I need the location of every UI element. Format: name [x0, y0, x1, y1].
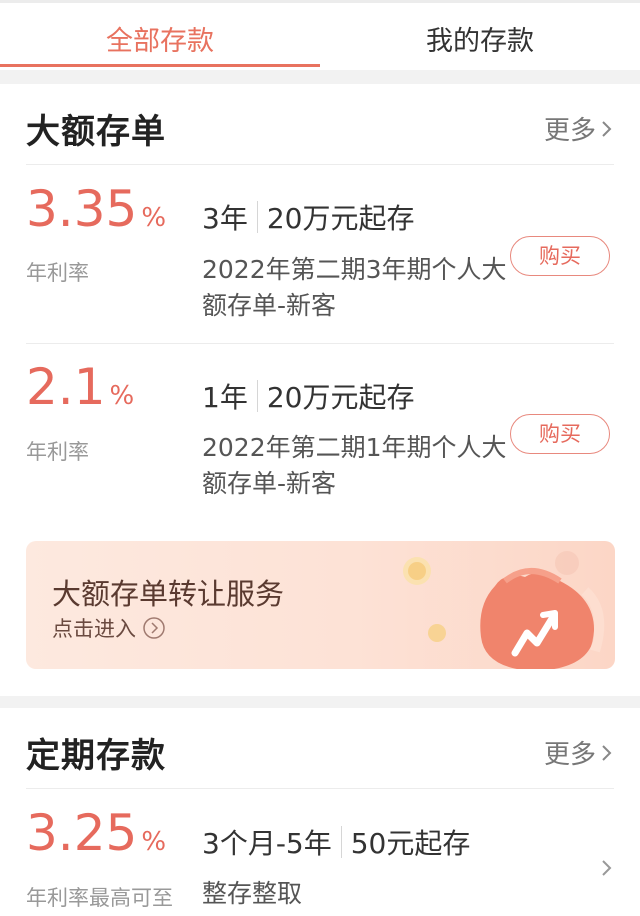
chevron-right-icon[interactable] [600, 856, 614, 880]
banner-title: 大额存单转让服务 [52, 577, 285, 611]
section-title: 定期存款 [26, 736, 166, 776]
separator [256, 380, 258, 412]
term-info: 3年 20万元起存 [202, 197, 414, 237]
min-amount: 20万元起存 [266, 202, 415, 235]
rate-value: 2.1 [26, 358, 106, 416]
min-amount: 20万元起存 [266, 381, 415, 414]
tab-my-deposits[interactable]: 我的存款 [320, 0, 640, 70]
product-name: 2022年第二期1年期个人大额存单-新客 [202, 433, 507, 498]
term: 3个月-5年 [202, 827, 332, 860]
fixed-deposit-section: 定期存款 更多 3.25% 年利率最高可至 3个月-5年 50元起存 整存整取 [0, 708, 640, 916]
chevron-right-icon [602, 120, 612, 137]
rate-unit: % [109, 381, 135, 411]
banner-entry-link[interactable]: 点击进入 [52, 613, 166, 643]
divider [26, 343, 614, 344]
rate-unit: % [141, 203, 167, 233]
rate-label: 年利率 [26, 440, 89, 464]
term-info: 3个月-5年 50元起存 [202, 822, 470, 862]
large-deposit-section: 大额存单 更多 3.35% 年利率 3年 20万元起存 2022年第二期3年期个… [0, 84, 640, 696]
chevron-right-icon [602, 744, 612, 761]
rate-value: 3.35 [26, 180, 138, 238]
rate-label: 年利率最高可至 [26, 886, 173, 910]
interest-rate: 3.35% [26, 180, 166, 238]
buy-button[interactable]: 购买 [510, 236, 610, 276]
rate-label: 年利率 [26, 261, 89, 285]
more-label: 更多 [543, 116, 596, 146]
cd-transfer-banner[interactable]: 大额存单转让服务 点击进入 [26, 541, 615, 669]
product-name: 2022年第二期3年期个人大额存单-新客 [202, 255, 507, 320]
product-name: 整存整取 [202, 879, 303, 908]
divider [26, 164, 614, 165]
circle-chevron-icon [143, 617, 165, 639]
more-label: 更多 [543, 740, 596, 770]
tab-all-deposits[interactable]: 全部存款 [0, 0, 320, 70]
rate-unit: % [141, 827, 167, 857]
separator [256, 201, 258, 233]
rate-value: 3.25 [26, 804, 138, 862]
separator [340, 826, 342, 858]
active-tab-indicator [0, 64, 320, 67]
term: 1年 [202, 381, 248, 414]
tab-bar: 全部存款 我的存款 [0, 0, 640, 70]
section-title: 大额存单 [26, 112, 166, 152]
more-link[interactable]: 更多 [544, 110, 614, 147]
interest-rate: 2.1% [26, 358, 134, 416]
banner-subtitle: 点击进入 [52, 617, 136, 641]
buy-button[interactable]: 购买 [510, 414, 610, 454]
more-link[interactable]: 更多 [544, 734, 614, 771]
term-info: 1年 20万元起存 [202, 376, 414, 416]
min-amount: 50元起存 [350, 827, 471, 860]
divider [26, 788, 614, 789]
money-bag-illustration [403, 551, 605, 669]
term: 3年 [202, 202, 248, 235]
interest-rate: 3.25% [26, 804, 166, 862]
